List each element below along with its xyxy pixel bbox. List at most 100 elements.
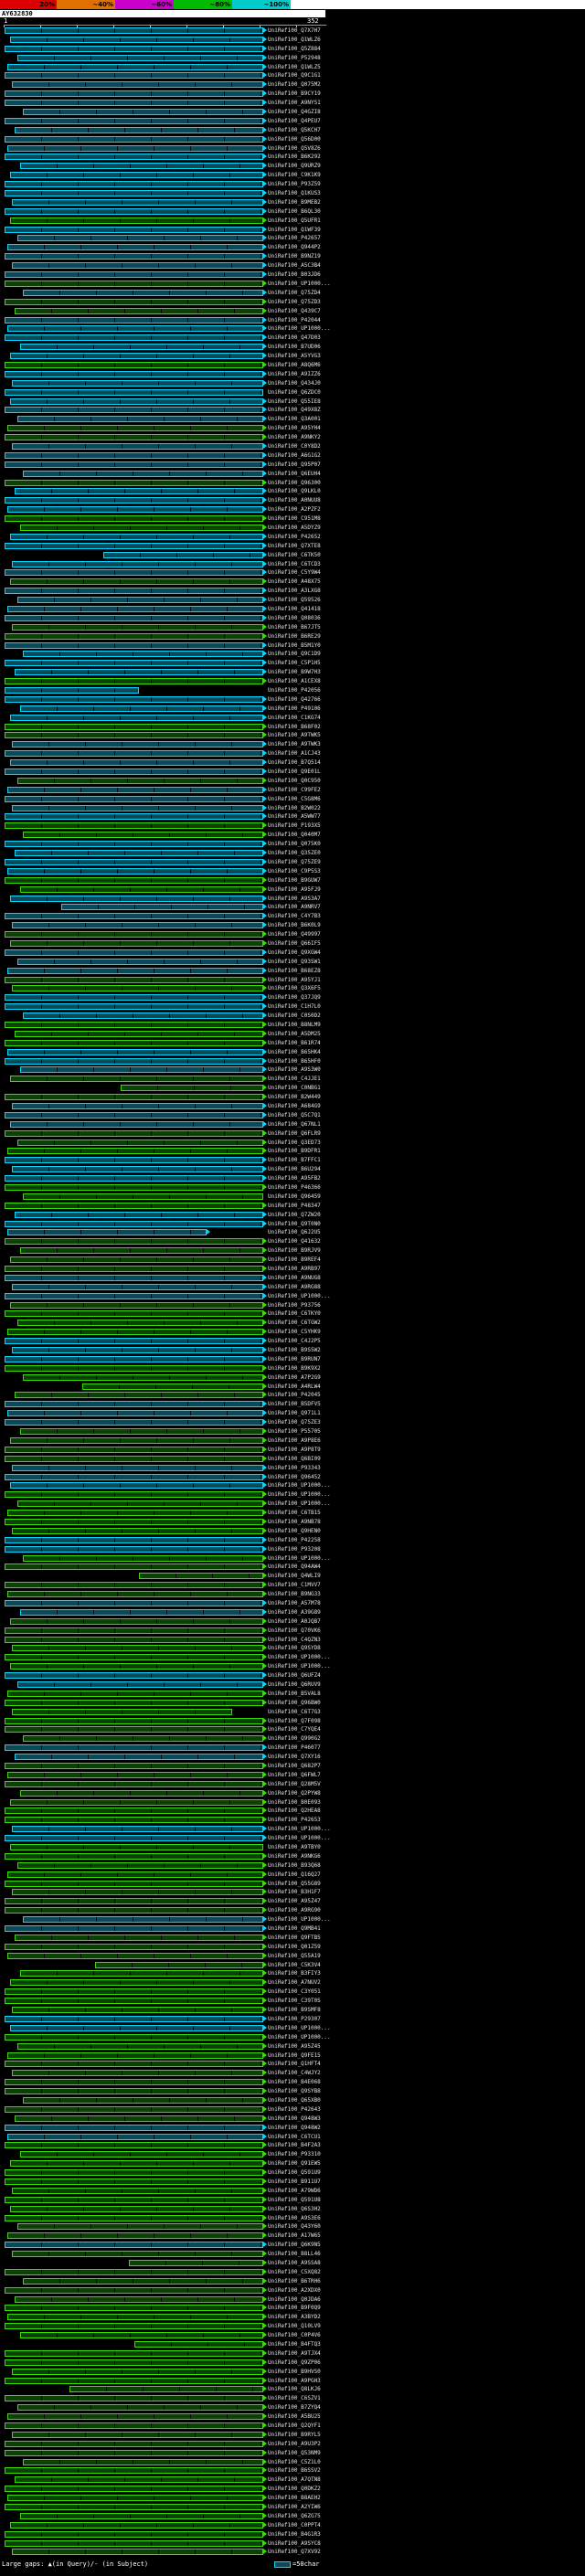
hit-label[interactable]: UniRef100_Q55A19 (268, 1953, 321, 1959)
hit-label[interactable]: UniRef100_B3FIY3 (268, 1970, 321, 1977)
hit-label[interactable]: UniRef100_Q9HEN0 (268, 1528, 321, 1534)
hit-bar[interactable] (17, 54, 263, 61)
hit-label[interactable]: UniRef100_A9S3E6 (268, 2215, 321, 2221)
hit-bar[interactable] (22, 832, 263, 839)
hit-label[interactable]: UniRef100_Q9FE15 (268, 2052, 321, 2059)
hit-bar[interactable] (12, 1889, 263, 1896)
hit-bar[interactable] (5, 687, 140, 694)
hit-bar[interactable] (5, 461, 263, 468)
hit-bar[interactable] (12, 262, 263, 270)
hit-bar[interactable] (5, 1292, 263, 1299)
hit-bar[interactable] (22, 109, 263, 116)
hit-label[interactable]: UniRef100_C0Y8D2 (268, 443, 321, 450)
hit-bar[interactable] (128, 2259, 263, 2266)
hit-bar[interactable] (5, 1780, 263, 1787)
hit-bar[interactable] (17, 1500, 263, 1508)
hit-label[interactable]: UniRef100_Q35ZE0 (268, 850, 321, 856)
hit-label[interactable]: UniRef100_A5WW77 (268, 813, 321, 820)
hit-bar[interactable] (9, 1617, 263, 1625)
hit-label[interactable]: UniRef100_A9SSA8 (268, 2260, 321, 2266)
hit-label[interactable]: UniRef100_Q96BW0 (268, 1700, 321, 1706)
hit-label[interactable]: UniRef100_Q4GZI8 (268, 109, 321, 115)
hit-label[interactable]: UniRef100_A5C3B4 (268, 262, 321, 269)
hit-label[interactable]: UniRef100_B6RE29 (268, 633, 321, 640)
hit-label[interactable]: UniRef100_B4E068 (268, 2079, 321, 2085)
hit-label[interactable]: UniRef100_C6T7G3 (268, 1709, 321, 1715)
hit-label[interactable]: UniRef100_Q28M5V (268, 1781, 321, 1787)
hit-bar[interactable] (5, 181, 263, 188)
hit-label[interactable]: UniRef100_Q08036 (268, 615, 321, 621)
hit-label[interactable]: UniRef100_Q5C7Q1 (268, 1112, 321, 1118)
hit-label[interactable]: UniRef100_B7Q514 (268, 759, 321, 766)
hit-bar[interactable] (12, 623, 263, 631)
hit-label[interactable]: UniRef100_B93Q68 (268, 1862, 321, 1869)
hit-label[interactable]: UniRef100_Q37JQ9 (268, 994, 321, 1001)
hit-label[interactable]: UniRef100_Q55IE8 (268, 398, 321, 405)
hit-bar[interactable] (6, 1952, 263, 1959)
hit-label[interactable]: UniRef100_P42653 (268, 1817, 321, 1823)
hit-label[interactable]: UniRef100_Q8LKJ6 (268, 2386, 321, 2392)
hit-bar[interactable] (5, 876, 263, 884)
hit-bar[interactable] (12, 2431, 263, 2438)
hit-bar[interactable] (5, 1717, 263, 1724)
hit-label[interactable]: UniRef100_A9P8E6 (268, 1437, 321, 1444)
hit-label[interactable]: UniRef100_P193X5 (268, 822, 321, 829)
hit-label[interactable]: UniRef100_A8Q6M6 (268, 362, 321, 368)
hit-label[interactable]: UniRef100_Q75ZD4 (268, 290, 321, 296)
hit-bar[interactable] (15, 669, 263, 676)
hit-label[interactable]: UniRef100_UP1000... (268, 1491, 331, 1498)
hit-bar[interactable] (5, 1220, 263, 1227)
hit-bar[interactable] (5, 388, 263, 396)
hit-bar[interactable] (5, 1545, 263, 1553)
hit-label[interactable]: UniRef100_Q7XY16 (268, 1754, 321, 1760)
hit-label[interactable]: UniRef100_Q6FWL7 (268, 1772, 321, 1778)
hit-label[interactable]: UniRef100_C5XQ82 (268, 2269, 321, 2275)
hit-bar[interactable] (5, 271, 263, 279)
hit-label[interactable]: UniRef100_P42652 (268, 534, 321, 540)
hit-bar[interactable] (5, 1184, 263, 1191)
hit-bar[interactable] (12, 2187, 263, 2194)
hit-bar[interactable] (17, 416, 263, 423)
hit-bar[interactable] (22, 1193, 263, 1200)
hit-label[interactable]: UniRef100_A3LXG8 (268, 588, 321, 594)
hit-bar[interactable] (133, 2341, 263, 2348)
hit-label[interactable]: UniRef100_Q5V8Z6 (268, 145, 321, 152)
hit-bar[interactable] (6, 2314, 263, 2321)
hit-label[interactable]: UniRef100_Q91EW5 (268, 2160, 321, 2167)
hit-bar[interactable] (5, 316, 263, 323)
hit-label[interactable]: UniRef100_A9TJX4 (268, 2350, 321, 2357)
hit-bar[interactable] (5, 2079, 263, 2086)
hit-bar[interactable] (5, 2242, 263, 2249)
hit-label[interactable]: UniRef100_Q2HEA8 (268, 1807, 321, 1814)
hit-bar[interactable] (12, 2251, 263, 2258)
hit-bar[interactable] (9, 398, 263, 405)
hit-bar[interactable] (5, 2359, 263, 2366)
hit-bar[interactable] (12, 1826, 263, 1833)
hit-label[interactable]: UniRef100_A9NYS1 (268, 100, 321, 106)
hit-bar[interactable] (5, 190, 263, 197)
hit-bar[interactable] (5, 90, 263, 98)
hit-label[interactable]: UniRef100_B8LL46 (268, 2251, 321, 2257)
hit-bar[interactable] (5, 1491, 263, 1499)
hit-label[interactable]: UniRef100_A9TBY0 (268, 1844, 321, 1850)
hit-bar[interactable] (12, 2549, 263, 2556)
hit-label[interactable]: UniRef100_B9HVS0 (268, 2369, 321, 2375)
hit-bar[interactable] (5, 913, 263, 920)
hit-bar[interactable] (6, 425, 263, 432)
hit-bar[interactable] (22, 651, 263, 658)
hit-bar[interactable] (5, 632, 263, 640)
hit-bar[interactable] (12, 560, 263, 567)
hit-bar[interactable] (5, 1094, 263, 1101)
hit-label[interactable]: UniRef100_C1KG74 (268, 715, 321, 721)
hit-bar[interactable] (5, 1419, 263, 1426)
hit-bar[interactable] (5, 1564, 263, 1571)
hit-label[interactable]: UniRef100_B03JD6 (268, 271, 321, 278)
hit-bar[interactable] (5, 1355, 263, 1362)
hit-bar[interactable] (17, 1680, 263, 1688)
hit-bar[interactable] (19, 885, 263, 893)
hit-label[interactable]: UniRef100_C3Y051 (268, 1988, 321, 1995)
hit-label[interactable]: UniRef100_C951M8 (268, 515, 321, 522)
hit-label[interactable]: UniRef100_B9MEB2 (268, 199, 321, 206)
hit-label[interactable]: UniRef100_Q1WF39 (268, 227, 321, 233)
hit-label[interactable]: UniRef100_Q01Z59 (268, 1944, 321, 1950)
